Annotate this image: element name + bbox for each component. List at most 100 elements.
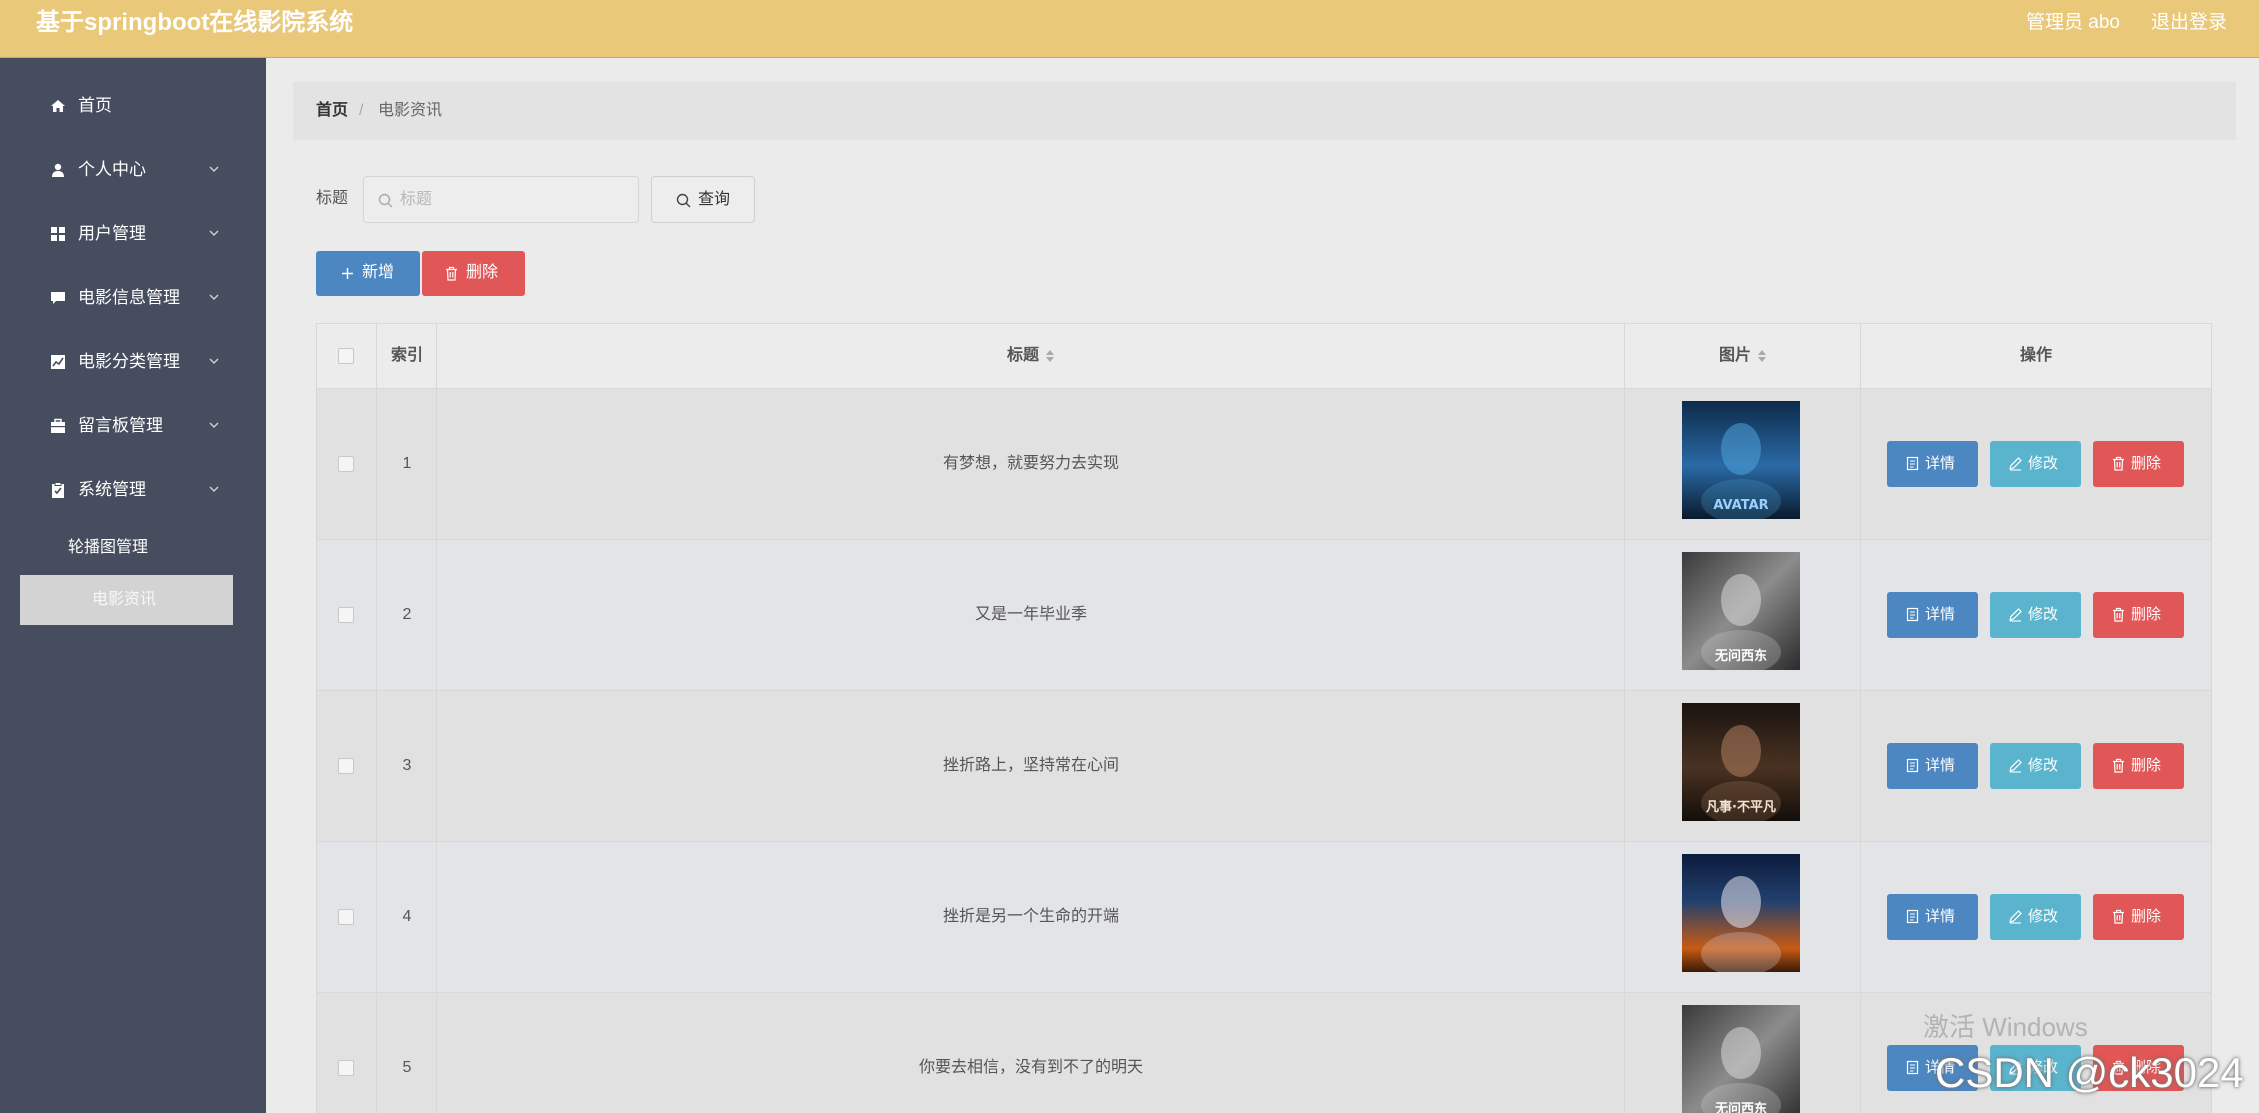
sidebar-item-home[interactable]: 首页 [0,84,266,128]
document-icon [1906,456,1919,471]
edit-button-label: 修改 [2028,606,2059,623]
table-row: 1 有梦想，就要努力去实现 AVATAR 详情 修改 删除 [317,389,2211,540]
delete-button[interactable]: 删除 [2093,592,2184,638]
poster-caption: 凡事·不平凡 [1706,799,1776,815]
table-row: 2 又是一年毕业季无问西东 详情 修改 删除 [317,540,2211,691]
document-icon [1906,1060,1919,1075]
sidebar-item-label: 电影分类管理 [78,352,180,371]
row-index: 1 [402,455,412,472]
home-icon [51,100,65,112]
detail-button[interactable]: 详情 [1887,441,1978,487]
edit-icon [2009,759,2022,773]
column-header-actions: 操作 [2019,347,2052,364]
column-divider [1624,324,1625,1113]
search-input[interactable] [400,177,630,222]
comment-icon [51,292,65,304]
trash-icon [2113,456,2124,471]
breadcrumb-home[interactable]: 首页 [316,100,348,122]
row-title: 又是一年毕业季 [974,606,1087,623]
row-checkbox[interactable] [338,1060,354,1076]
plus-icon [342,268,353,279]
select-all-checkbox[interactable] [338,348,354,364]
detail-button-label: 详情 [1925,606,1956,623]
sidebar-subitem-label: 电影资讯 [92,591,157,608]
poster-artwork: AVATAR [1682,401,1800,519]
delete-button[interactable]: 删除 [2093,441,2184,487]
chevron-down-icon [209,294,219,301]
csdn-watermark: CSDN @ck3024 [1935,1049,2244,1096]
column-divider [376,324,377,1113]
logout-link[interactable]: 退出登录 [2151,10,2227,36]
sidebar-item-movie-category[interactable]: 电影分类管理 [0,340,266,384]
sidebar-item-user-management[interactable]: 用户管理 [0,212,266,256]
poster-artwork: 凡事·不平凡 [1682,703,1800,821]
edit-button[interactable]: 修改 [1990,441,2081,487]
clipboard-icon [52,482,64,498]
edit-button[interactable]: 修改 [1990,894,2081,940]
sidebar-subitem-movie-news[interactable]: 电影资讯 [20,575,233,625]
news-table: 索引 标题 图片 操作 1 有梦想，就要努力去实现 AVATAR 详情 修改 删除 2 又是一… [316,323,2212,1113]
delete-button-label: 删除 [2131,908,2162,925]
trash-icon [2113,607,2124,622]
row-checkbox[interactable] [338,456,354,472]
query-button[interactable]: 查询 [651,176,755,223]
trash-icon [2113,909,2124,924]
delete-button[interactable]: 删除 [2093,743,2184,789]
sidebar-item-system-management[interactable]: 系统管理 [0,468,266,512]
grid-icon [51,227,65,241]
chart-icon [51,355,65,369]
chevron-down-icon [209,166,219,173]
poster-artwork: 无问西东 [1682,1005,1800,1113]
sort-icon [1758,349,1766,362]
windows-activation-watermark: 激活 Windows [1923,1012,2088,1042]
row-title: 有梦想，就要努力去实现 [942,455,1119,472]
detail-button[interactable]: 详情 [1887,894,1978,940]
detail-button[interactable]: 详情 [1887,592,1978,638]
search-icon [676,193,691,208]
user-icon [52,163,64,177]
table-header: 索引 标题 图片 操作 [317,324,2211,389]
sort-icon [1046,349,1054,362]
edit-button[interactable]: 修改 [1990,743,2081,789]
sidebar-subitem-carousel[interactable]: 轮播图管理 [20,523,233,573]
row-checkbox[interactable] [338,758,354,774]
sidebar-item-movie-info[interactable]: 电影信息管理 [0,276,266,320]
column-header-title[interactable]: 标题 [437,324,1625,389]
batch-delete-button[interactable]: 删除 [422,251,525,296]
column-header-index: 索引 [390,347,423,364]
column-header-image[interactable]: 图片 [1625,324,1861,389]
edit-button-label: 修改 [2028,757,2059,774]
briefcase-icon [51,418,65,433]
row-title: 挫折是另一个生命的开端 [942,908,1119,925]
sidebar: 首页 个人中心 用户管理 电影信息管理 电影分类管理 留言板管理 系统管理 轮播… [0,58,266,1113]
sidebar-item-personal-center[interactable]: 个人中心 [0,148,266,192]
delete-button[interactable]: 删除 [2093,894,2184,940]
sidebar-item-label: 电影信息管理 [78,288,180,307]
row-index: 2 [402,606,412,623]
chevron-down-icon [209,230,219,237]
row-checkbox[interactable] [338,607,354,623]
sidebar-item-message-board[interactable]: 留言板管理 [0,404,266,448]
row-checkbox[interactable] [338,909,354,925]
row-index: 4 [402,908,412,925]
edit-icon [2009,608,2022,622]
sidebar-subitem-label: 轮播图管理 [68,539,149,556]
detail-button[interactable]: 详情 [1887,743,1978,789]
poster-caption: 无问西东 [1714,648,1767,664]
edit-button-label: 修改 [2028,455,2059,472]
sidebar-item-label: 系统管理 [78,480,146,499]
table-row: 3 挫折路上，坚持常在心间 凡事·不平凡 详情 修改 删除 [317,691,2211,842]
delete-button-label: 删除 [2131,606,2162,623]
column-divider [1860,324,1861,1113]
chevron-down-icon [209,422,219,429]
trash-icon [446,266,457,281]
add-button-label: 新增 [362,264,395,281]
search-input-wrapper [363,176,639,223]
batch-delete-button-label: 删除 [466,264,499,281]
trash-icon [2113,758,2124,773]
add-button[interactable]: 新增 [316,251,420,296]
row-title: 挫折路上，坚持常在心间 [942,757,1119,774]
movie-poster-image [1682,854,1800,972]
delete-button-label: 删除 [2131,455,2162,472]
edit-button[interactable]: 修改 [1990,592,2081,638]
